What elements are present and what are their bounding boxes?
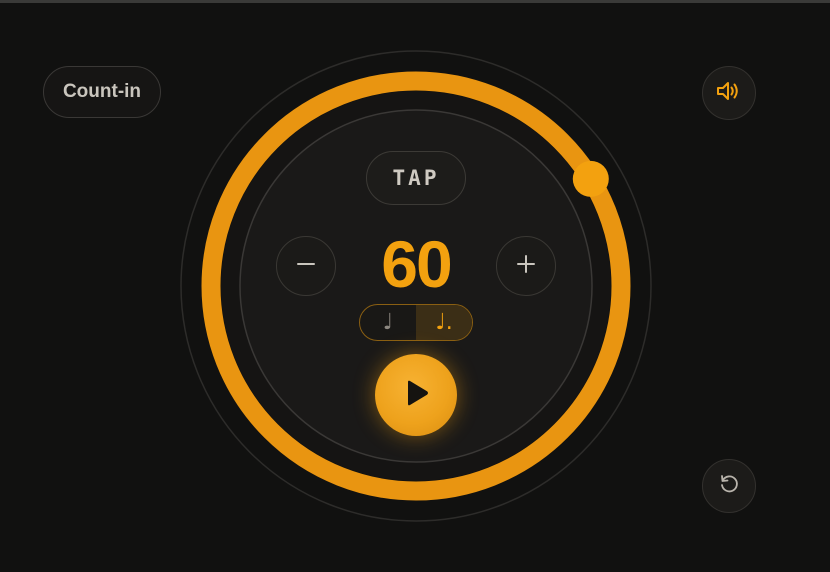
note-value-toggle[interactable]: ♩ ♩. <box>359 304 473 341</box>
count-in-button[interactable]: Count-in <box>43 66 161 118</box>
plus-icon <box>516 254 536 279</box>
volume-button[interactable] <box>702 66 756 120</box>
play-button[interactable] <box>375 354 457 436</box>
minus-icon <box>296 254 316 279</box>
reset-button[interactable] <box>702 459 756 513</box>
reset-icon <box>718 473 740 500</box>
speaker-icon <box>716 79 742 108</box>
bpm-value: 60 <box>381 227 452 301</box>
decrease-tempo-button[interactable] <box>276 236 336 296</box>
tap-tempo-button[interactable]: TAP <box>366 151 466 205</box>
quarter-note-option[interactable]: ♩ <box>360 305 416 340</box>
dotted-quarter-note-option[interactable]: ♩. <box>416 305 472 340</box>
play-icon <box>402 378 430 413</box>
dial-knob[interactable] <box>572 160 609 197</box>
increase-tempo-button[interactable] <box>496 236 556 296</box>
